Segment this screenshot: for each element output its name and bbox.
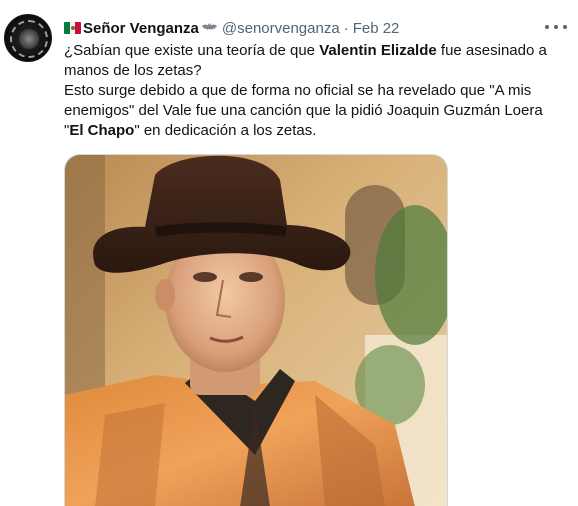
tweet-text: ¿Sabían que existe una teoría de que Val… bbox=[64, 41, 564, 141]
author-name[interactable]: Señor Venganza bbox=[83, 20, 199, 37]
tweet-header: Señor Venganza @senorvenganza · Feb 22 bbox=[64, 17, 399, 39]
more-options-icon[interactable] bbox=[545, 20, 567, 34]
tweet-text-line: manos de los zetas? bbox=[64, 62, 202, 79]
tweet[interactable]: Señor Venganza @senorvenganza · Feb 22 ¿… bbox=[0, 0, 578, 506]
mexico-flag-icon bbox=[64, 22, 81, 34]
tweet-text-line: "El Chapo" en dedicación a los zetas. bbox=[64, 122, 317, 139]
tweet-text-line: ¿Sabían que existe una teoría de que Val… bbox=[64, 42, 547, 59]
photo-man-cowboy-hat bbox=[65, 155, 447, 506]
tweet-text-line: enemigos" del Vale fue una canción que l… bbox=[64, 102, 543, 119]
tweet-photo[interactable] bbox=[64, 154, 448, 506]
bold-name: Valentin Elizalde bbox=[319, 42, 437, 59]
tweet-date[interactable]: Feb 22 bbox=[353, 20, 400, 37]
bold-name: El Chapo bbox=[69, 122, 135, 139]
author-handle[interactable]: @senorvenganza bbox=[222, 20, 340, 37]
bat-icon bbox=[201, 23, 218, 30]
avatar[interactable] bbox=[4, 14, 52, 62]
tweet-text-line: Esto surge debido a que de forma no ofic… bbox=[64, 82, 532, 99]
separator-dot: · bbox=[343, 19, 349, 37]
avatar-emblem bbox=[19, 29, 39, 49]
